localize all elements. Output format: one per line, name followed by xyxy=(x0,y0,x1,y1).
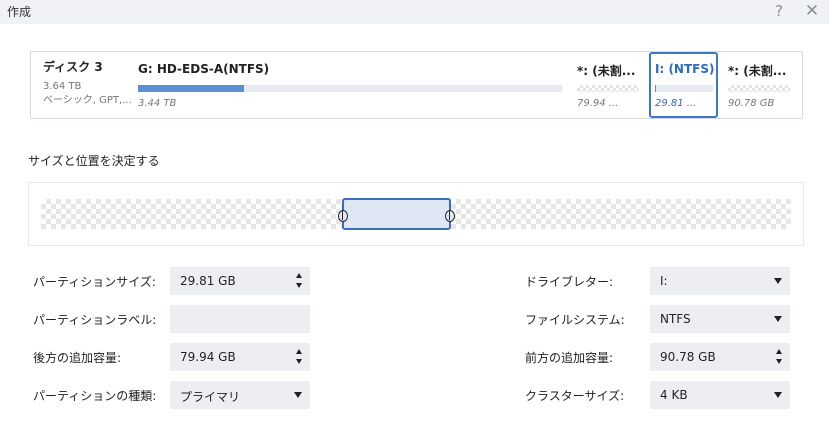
drive-letter-label: ドライブレター: xyxy=(525,275,614,289)
partition-resize-block[interactable] xyxy=(338,198,455,230)
partition-label-label: パーティションラベル: xyxy=(33,313,157,327)
unallocated-before-spinner[interactable] xyxy=(776,347,784,367)
partition-size: 29.81 ... xyxy=(655,98,697,109)
partition-name: I: (NTFS) xyxy=(655,62,715,76)
unallocated-after-spinner[interactable] xyxy=(296,347,304,367)
partition-i-selected[interactable]: I: (NTFS) 29.81 ... xyxy=(649,52,718,118)
partition-usage-bar xyxy=(655,85,713,92)
partition-size-input[interactable]: 29.81 GB xyxy=(170,267,310,295)
disk-map-panel: ディスク 3 3.64 TB ベーシック, GPT,... G: HD-EDS-… xyxy=(30,51,803,119)
file-system-value: NTFS xyxy=(660,312,691,326)
partition-g[interactable]: G: HD-EDS-A(NTFS) 3.44 TB xyxy=(138,52,562,118)
unallocated-after-label: 後方の追加容量: xyxy=(33,351,122,365)
disk-type: ベーシック, GPT,... xyxy=(43,95,132,106)
unallocated-before-input[interactable]: 90.78 GB xyxy=(650,343,790,371)
unallocated-before-value: 90.78 GB xyxy=(660,350,716,364)
spin-up-icon[interactable] xyxy=(296,349,302,354)
cluster-size-value: 4 KB xyxy=(660,388,688,402)
file-system-select[interactable]: NTFS xyxy=(650,305,790,333)
dropdown-arrow-icon xyxy=(774,316,782,322)
disk-name: ディスク 3 xyxy=(43,60,103,74)
partition-size: 3.44 TB xyxy=(138,98,177,109)
drive-letter-select[interactable]: I: xyxy=(650,267,790,295)
partition-usage-fill xyxy=(655,85,657,92)
resize-handle-left[interactable] xyxy=(338,210,348,222)
partition-label-input[interactable] xyxy=(170,305,310,333)
partition-name: *: (未割... xyxy=(577,64,636,78)
partition-name: G: HD-EDS-A(NTFS) xyxy=(138,62,270,76)
partition-usage-bar xyxy=(138,85,562,92)
partition-size-label: パーティションサイズ: xyxy=(33,275,156,289)
partition-name: *: (未割... xyxy=(728,64,787,78)
partition-type-select[interactable]: プライマリ xyxy=(170,381,310,409)
dropdown-arrow-icon xyxy=(294,392,302,398)
unallocated-after-value: 79.94 GB xyxy=(180,350,236,364)
dropdown-arrow-icon xyxy=(774,278,782,284)
spin-down-icon[interactable] xyxy=(296,359,302,364)
window-title: 作成 xyxy=(7,5,32,19)
dropdown-arrow-icon xyxy=(774,392,782,398)
disk-size: 3.64 TB xyxy=(43,81,82,92)
resize-panel xyxy=(28,182,804,246)
partition-size-value: 29.81 GB xyxy=(180,274,236,288)
resize-handle-right[interactable] xyxy=(445,210,455,222)
file-system-label: ファイルシステム: xyxy=(525,313,625,327)
partition-usage-fill xyxy=(138,85,244,92)
partition-size: 90.78 GB xyxy=(728,98,775,109)
spin-up-icon[interactable] xyxy=(776,349,782,354)
partition-size-spinner[interactable] xyxy=(296,271,304,291)
help-icon[interactable]: ? xyxy=(770,1,788,21)
close-icon[interactable]: ✕ xyxy=(803,1,821,21)
partition-usage-bar xyxy=(577,85,639,92)
partition-type-value: プライマリ xyxy=(180,390,241,404)
unallocated-after-input[interactable]: 79.94 GB xyxy=(170,343,310,371)
partition-unallocated-2[interactable]: *: (未割... 90.78 GB xyxy=(728,52,792,118)
cluster-size-label: クラスターサイズ: xyxy=(525,389,625,403)
partition-type-label: パーティションの種類: xyxy=(33,389,157,403)
title-bar: 作成 ? ✕ xyxy=(0,0,829,24)
disk-info: ディスク 3 3.64 TB ベーシック, GPT,... xyxy=(43,58,143,108)
spin-down-icon[interactable] xyxy=(296,283,302,288)
partition-unallocated-1[interactable]: *: (未割... 79.94 ... xyxy=(577,52,639,118)
partition-size: 79.94 ... xyxy=(577,98,619,109)
unallocated-before-label: 前方の追加容量: xyxy=(525,351,614,365)
partition-usage-bar xyxy=(728,85,790,92)
cluster-size-select[interactable]: 4 KB xyxy=(650,381,790,409)
spin-up-icon[interactable] xyxy=(296,273,302,278)
spin-down-icon[interactable] xyxy=(776,359,782,364)
size-position-heading: サイズと位置を決定する xyxy=(28,154,160,168)
drive-letter-value: I: xyxy=(660,274,668,288)
